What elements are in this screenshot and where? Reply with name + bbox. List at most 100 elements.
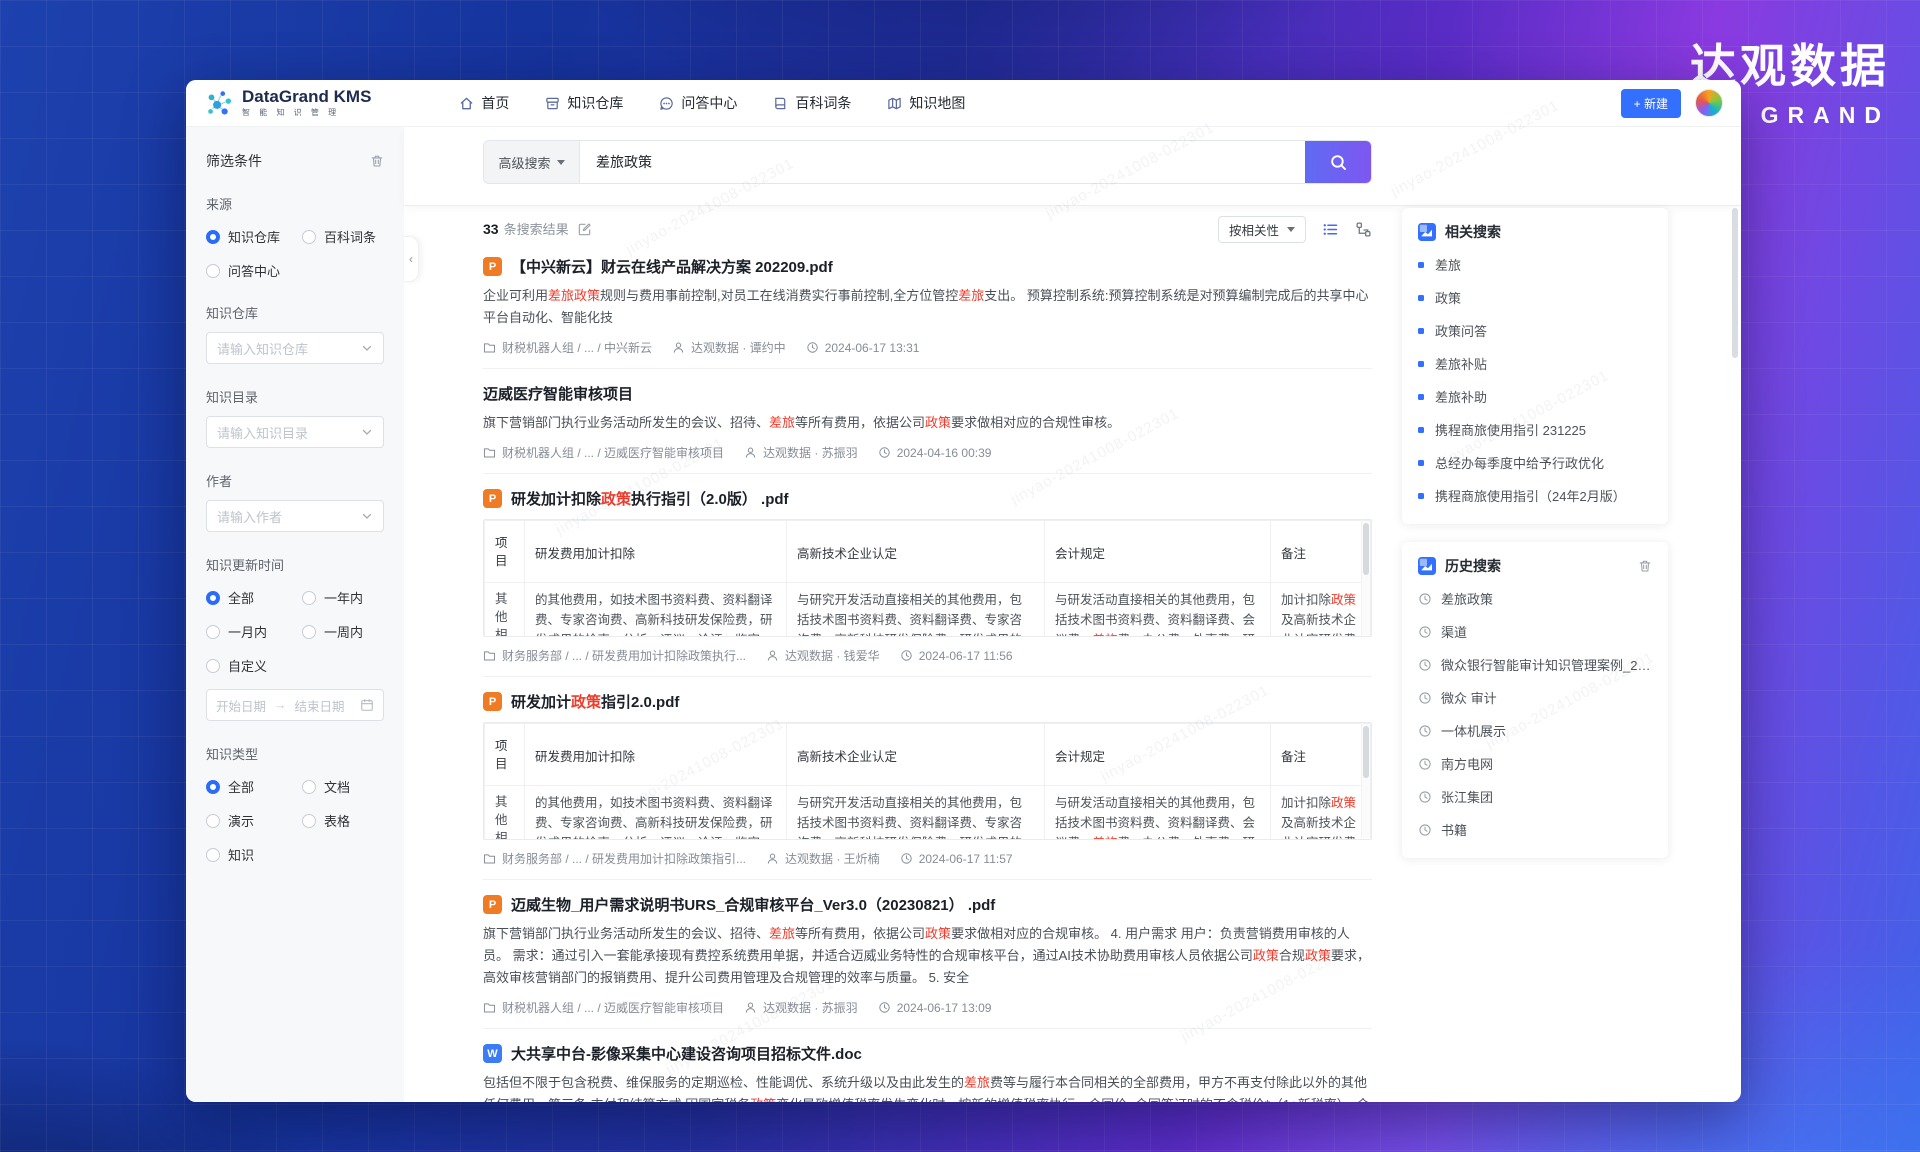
nav-item-知识地图[interactable]: 知识地图 [887,93,965,113]
related-search-item[interactable]: 差旅补助 [1418,380,1652,413]
history-search-item[interactable]: 南方电网 [1418,747,1652,780]
history-search-item[interactable]: 差旅政策 [1418,582,1652,615]
repo-select[interactable]: 请输入知识仓库 [206,332,384,364]
related-search-item[interactable]: 总经办每季度中给予行政优化 [1418,446,1652,479]
repo-icon [545,96,560,111]
history-search-item[interactable]: 微众银行智能审计知识管理案例_2023080... [1418,648,1652,681]
end-date-placeholder: 结束日期 [295,696,345,715]
catalog-select[interactable]: 请输入知识目录 [206,416,384,448]
bullet-icon [1418,295,1424,301]
table-scrollbar[interactable] [1361,521,1370,635]
history-search-item[interactable]: 张江集团 [1418,780,1652,813]
map-icon [887,96,902,111]
history-search-text: 张江集团 [1441,787,1493,806]
knowledge-type-option-文档[interactable]: 文档 [302,777,384,796]
result-table: 项目研发费用加计扣除高新技术企业认定会计规定备注其他相关费用的其他费用，如技术图… [484,723,1371,840]
related-search-item[interactable]: 政策问答 [1418,314,1652,347]
qa-icon [659,96,674,111]
app-header: DataGrand KMS 智 能 知 识 管 理 首页 知识仓库 问答中心 百科词条… [186,80,1741,127]
app-logo[interactable]: DataGrand KMS 智 能 知 识 管 理 [204,88,371,118]
nav-item-首页[interactable]: 首页 [459,93,509,113]
history-search-item[interactable]: 书籍 [1418,813,1652,846]
result-author: 达观数据 · 钱爱华 [766,647,880,664]
result-title[interactable]: 研发加计扣除政策执行指引（2.0版） .pdf [511,488,789,509]
table-cell: 与研究开发活动直接相关的其他费用，包括技术图书资料费、资料翻译费、专家咨询费、高… [787,786,1045,841]
result-path: 财税机器人组 / ... / 中兴新云 [483,339,652,356]
result-title[interactable]: 大共享中台-影像采集中心建设咨询项目招标文件.doc [511,1043,862,1064]
clear-history-icon[interactable] [1638,559,1652,573]
nav-item-百科词条[interactable]: 百科词条 [773,93,851,113]
table-scrollbar[interactable] [1361,724,1370,838]
nav-item-问答中心[interactable]: 问答中心 [659,93,737,113]
search-button[interactable] [1305,141,1371,183]
result-title[interactable]: 迈威医疗智能审核项目 [483,383,633,404]
knowledge-type-option-知识[interactable]: 知识 [206,845,302,864]
search-icon [1329,153,1348,172]
knowledge-type-option-演示[interactable]: 演示 [206,811,302,830]
update-time-option-自定义[interactable]: 自定义 [206,656,302,675]
history-search-item[interactable]: 渠道 [1418,615,1652,648]
nav-item-label: 知识仓库 [567,93,623,113]
history-search-text: 一体机展示 [1441,721,1506,740]
history-search-item[interactable]: 一体机展示 [1418,714,1652,747]
nav-item-label: 首页 [481,93,509,113]
result-snippet: 企业可利用差旅政策规则与费用事前控制,对员工在线消费实行事前控制,全方位管控差旅… [483,285,1372,329]
source-option-百科词条[interactable]: 百科词条 [302,227,384,246]
edit-note-icon[interactable] [577,222,592,237]
result-meta: 财税机器人组 / ... / 迈威医疗智能审核项目达观数据 · 苏振羽2024-… [483,444,1372,461]
folder-icon [483,1001,496,1014]
user-avatar[interactable] [1695,89,1723,117]
tree-view-icon[interactable] [1355,221,1372,238]
chevron-down-icon [361,510,373,522]
window-scrollbar[interactable] [1732,208,1738,358]
result-time: 2024-06-17 11:56 [900,649,1013,663]
knowledge-type-option-全部[interactable]: 全部 [206,777,302,796]
result-title[interactable]: 研发加计政策指引2.0.pdf [511,691,679,712]
related-search-text: 政策 [1435,288,1461,307]
radio-label: 全部 [228,777,254,796]
radio-unselected [206,659,220,673]
list-view-icon[interactable] [1322,221,1339,238]
table-cell: 与研发活动直接相关的其他费用，包括技术图书资料费、资料翻译费、会议费、差旅费、办… [1045,786,1271,841]
advanced-search-select[interactable]: 高级搜索 [484,141,580,183]
chevron-down-icon [361,426,373,438]
update-time-label: 知识更新时间 [206,555,384,574]
history-search-item[interactable]: 微众 审计 [1418,681,1652,714]
radio-label: 知识仓库 [228,227,280,246]
related-search-item[interactable]: 携程商旅使用指引 231225 [1418,413,1652,446]
result-title[interactable]: 迈威生物_用户需求说明书URS_合规审核平台_Ver3.0（20230821） … [511,894,995,915]
update-time-option-一月内[interactable]: 一月内 [206,622,302,641]
related-search-text: 携程商旅使用指引 231225 [1435,420,1586,439]
update-time-option-一周内[interactable]: 一周内 [302,622,384,641]
related-search-text: 差旅补助 [1435,387,1487,406]
radio-label: 问答中心 [228,261,280,280]
caret-down-icon [557,160,565,165]
date-arrow: → [274,698,287,712]
result-title[interactable]: 【中兴新云】财云在线产品解决方案 202209.pdf [511,256,833,277]
related-search-title: 相关搜索 [1445,222,1652,242]
results-panel: 33条搜索结果 按相关性 P【中兴新云】财云在线产品解决方案 202209.pd… [483,206,1372,1102]
radio-unselected [302,780,316,794]
author-select[interactable]: 请输入作者 [206,500,384,532]
source-option-知识仓库[interactable]: 知识仓库 [206,227,302,246]
search-input[interactable] [580,141,1305,183]
result-title-row: P【中兴新云】财云在线产品解决方案 202209.pdf [483,256,1372,277]
update-time-option-一年内[interactable]: 一年内 [302,588,384,607]
related-search-item[interactable]: 政策 [1418,281,1652,314]
clear-filters-icon[interactable] [370,154,384,168]
sort-select[interactable]: 按相关性 [1218,216,1306,243]
new-button[interactable]: + 新建 [1621,89,1681,118]
nav-item-知识仓库[interactable]: 知识仓库 [545,93,623,113]
result-path: 财务服务部 / ... / 研发费用加计扣除政策执行... [483,647,746,664]
related-search-item[interactable]: 差旅 [1418,248,1652,281]
related-search-item[interactable]: 携程商旅使用指引（24年2月版） [1418,479,1652,512]
logo-subtitle: 智 能 知 识 管 理 [242,107,371,118]
date-range-picker[interactable]: 开始日期 → 结束日期 [206,689,384,721]
related-search-text: 差旅补贴 [1435,354,1487,373]
knowledge-type-option-表格[interactable]: 表格 [302,811,384,830]
update-time-option-全部[interactable]: 全部 [206,588,302,607]
related-search-item[interactable]: 差旅补贴 [1418,347,1652,380]
nav-item-label: 百科词条 [795,93,851,113]
sidebar-collapse-handle[interactable]: ‹ [404,236,419,282]
source-option-问答中心[interactable]: 问答中心 [206,261,302,280]
